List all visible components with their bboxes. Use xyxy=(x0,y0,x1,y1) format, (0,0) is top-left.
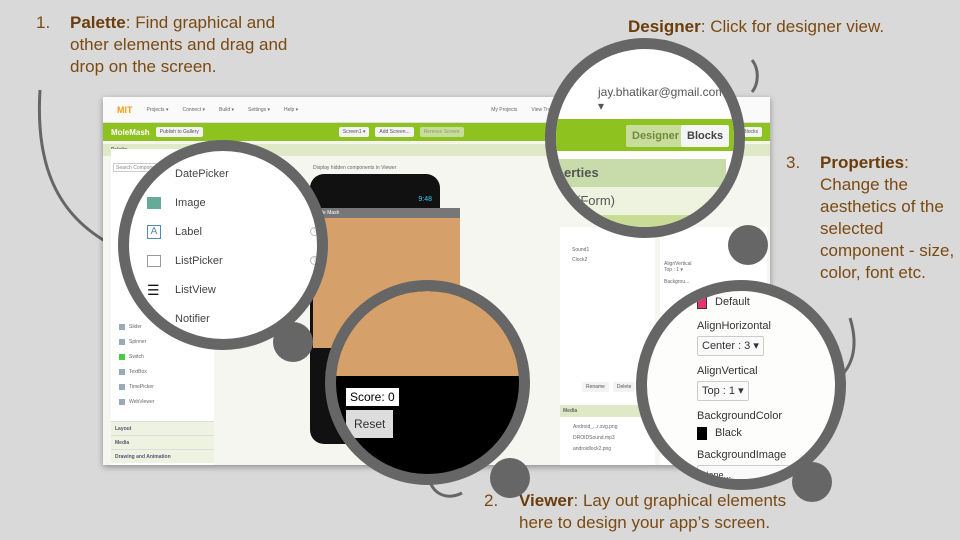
form-label: (Form) xyxy=(556,187,726,215)
my-projects-link[interactable]: My Projects xyxy=(491,107,517,113)
remove-screen-button[interactable]: Remove Screen xyxy=(419,127,464,137)
mole-field-zoom xyxy=(336,291,519,376)
designer-button[interactable]: Designer xyxy=(626,125,686,147)
project-name: MoleMash xyxy=(111,127,150,137)
palette-zoom-label[interactable]: A Label? xyxy=(147,217,317,246)
designer-magnifier: jay.bhatikar@gmail.com ▾ Designer Blocks… xyxy=(545,38,745,238)
publish-button[interactable]: Publish to Gallery xyxy=(155,127,203,137)
background-color-label: BackgroundColor xyxy=(697,410,782,422)
list-picker-icon xyxy=(147,254,161,267)
help-icon[interactable]: ? xyxy=(310,227,317,236)
align-horizontal-label: AlignHorizontal xyxy=(697,320,771,332)
phone-title: Mole Mash xyxy=(313,208,460,218)
list-icon: ☰ xyxy=(147,281,160,298)
palette-zoom-listview[interactable]: ☰ ListView? xyxy=(147,275,317,304)
black-swatch xyxy=(697,426,707,440)
help-icon[interactable]: ? xyxy=(310,256,317,265)
spinner-icon xyxy=(119,338,125,345)
align-vertical-select-small[interactable]: Top : 1 ▾ xyxy=(664,267,763,273)
menu-help[interactable]: Help ▾ xyxy=(284,107,298,113)
menu-settings[interactable]: Settings ▾ xyxy=(248,107,270,113)
media-item[interactable]: androidlock2.png xyxy=(573,444,617,455)
hidden-components-checkbox[interactable]: Display hidden components in Viewer xyxy=(313,165,396,171)
align-vertical-select[interactable]: Top : 1 ▾ xyxy=(697,381,749,401)
properties-magnifier: Default AlignHorizontal Center : 3 ▾ Ali… xyxy=(636,280,846,490)
category-media[interactable]: Media xyxy=(111,435,214,449)
rename-button[interactable]: Rename xyxy=(582,382,609,392)
media-item[interactable]: DROIDSound.mp3 xyxy=(573,433,617,444)
category-drawing[interactable]: Drawing and Animation xyxy=(111,449,214,463)
delete-button[interactable]: Delete xyxy=(612,382,636,392)
palette-magnifier: DatePicker Image? A Label? ListPicker? ☰ L… xyxy=(118,140,328,350)
background-image-label: BackgroundImage xyxy=(697,449,787,461)
align-horizontal-select[interactable]: Center : 3 ▾ xyxy=(697,336,764,356)
textbox-icon xyxy=(119,368,125,375)
menu-connect[interactable]: Connect ▾ xyxy=(182,107,205,113)
palette-item-timepicker[interactable]: TimePicker xyxy=(111,379,214,394)
component-clock2[interactable]: Clock2 xyxy=(560,255,655,265)
switch-icon xyxy=(119,353,125,360)
slider-icon xyxy=(119,323,125,330)
palette-item-webviewer[interactable]: WebViewer xyxy=(111,394,214,409)
properties-magnifier-handle xyxy=(792,462,832,502)
score-label: Score: 0 xyxy=(346,388,399,406)
align-vertical-label: AlignVertical xyxy=(697,365,758,377)
media-list: Android_...r.svg.png DROIDSound.mp3 andr… xyxy=(573,422,617,455)
properties-header: erties xyxy=(556,159,726,187)
phone-status-time: 9:48 xyxy=(418,196,432,203)
viewer-magnifier-handle xyxy=(490,458,530,498)
viewer-magnifier: Score: 0 Reset xyxy=(325,280,530,485)
designer-magnifier-handle xyxy=(728,225,768,265)
screen-select[interactable]: Screen1 ▾ xyxy=(338,127,370,137)
palette-zoom-image[interactable]: Image? xyxy=(147,188,317,217)
blocks-button[interactable]: Blocks xyxy=(681,125,730,147)
image-icon xyxy=(147,196,161,209)
logo: MIT xyxy=(117,104,133,115)
media-item[interactable]: Android_...r.svg.png xyxy=(573,422,617,433)
add-screen-button[interactable]: Add Screen... xyxy=(375,127,414,137)
palette-magnifier-handle xyxy=(273,322,313,362)
palette-zoom-listpicker[interactable]: ListPicker? xyxy=(147,246,317,275)
menu-projects[interactable]: Projects ▾ xyxy=(147,107,169,113)
menu-build[interactable]: Build ▾ xyxy=(219,107,234,113)
timepicker-icon xyxy=(119,383,125,390)
palette-item-textbox[interactable]: TextBox xyxy=(111,364,214,379)
accent-color-swatch[interactable] xyxy=(697,295,707,309)
category-layout[interactable]: Layout xyxy=(111,421,214,435)
reset-button[interactable]: Reset xyxy=(346,410,394,438)
help-icon[interactable]: ? xyxy=(310,198,317,207)
background-color-select[interactable]: Black xyxy=(697,426,835,440)
label-icon: A xyxy=(147,224,161,239)
webviewer-icon xyxy=(119,398,125,405)
palette-item-switch[interactable]: Switch xyxy=(111,349,214,364)
